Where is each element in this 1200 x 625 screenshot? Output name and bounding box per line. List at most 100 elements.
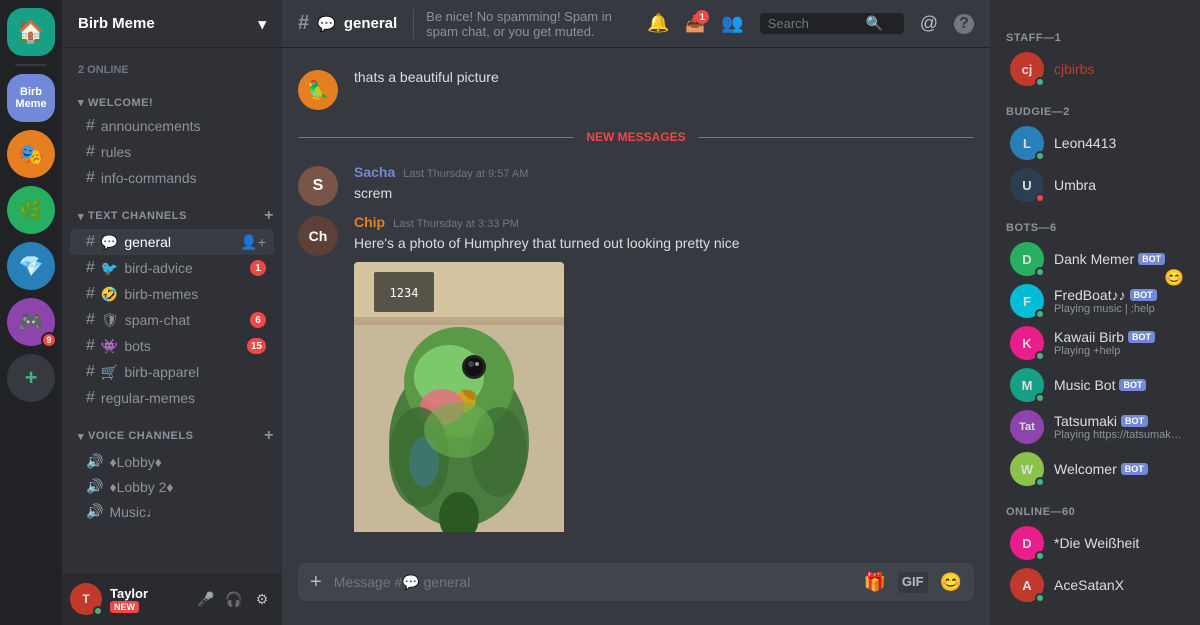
inbox-icon[interactable]: 📥 1 — [685, 14, 705, 34]
channel-rules[interactable]: # rules — [70, 139, 274, 165]
search-bar[interactable]: 🔍 — [760, 13, 904, 34]
speaker-icon: 🔊 — [86, 453, 103, 470]
member-info: Music Bot BOT — [1054, 377, 1184, 393]
bot-badge: BOT — [1130, 289, 1157, 301]
member-info: cjbirbs — [1054, 61, 1184, 77]
at-icon[interactable]: @ — [920, 13, 938, 34]
member-cjbirbs[interactable]: cj cjbirbs — [998, 48, 1192, 90]
speaker-icon: 🔊 — [86, 503, 103, 520]
channel-bots[interactable]: # 👾 bots 15 — [70, 333, 274, 359]
members-icon[interactable]: 👥 — [721, 13, 743, 34]
server-header[interactable]: Birb Meme ▾ — [62, 0, 282, 48]
message-author: Chip — [354, 214, 385, 230]
member-music-bot[interactable]: M Music Bot BOT — [998, 364, 1192, 406]
add-voice-channel-icon[interactable]: + — [264, 427, 274, 445]
message-content: thats a beautiful picture — [354, 68, 974, 110]
right-sidebar: STAFF—1 cj cjbirbs BUDGIE—2 L Leon4413 U… — [990, 0, 1200, 625]
message-text: screm — [354, 184, 974, 204]
member-leon[interactable]: L Leon4413 — [998, 122, 1192, 164]
channel-hash-icon: # — [86, 169, 95, 187]
voice-lobby1[interactable]: 🔊 ♦Lobby♦ — [70, 449, 274, 474]
member-acesatanx[interactable]: A AceSatanX — [998, 564, 1192, 606]
user-info: Taylor NEW — [110, 586, 186, 613]
member-avatar: Tat — [1010, 410, 1044, 444]
server-icon-3[interactable]: 🌿 — [7, 186, 55, 234]
user-name: Taylor — [110, 586, 186, 601]
channel-bird-advice[interactable]: # 🐦 bird-advice 1 — [70, 255, 274, 281]
emoji-icon[interactable]: 😊 — [940, 572, 962, 593]
member-status-indicator — [1035, 151, 1045, 161]
deafen-button[interactable]: 🎧 — [222, 587, 246, 611]
search-input[interactable] — [768, 16, 858, 31]
message-timestamp: Last Thursday at 9:57 AM — [403, 168, 528, 180]
mute-button[interactable]: 🎤 — [194, 587, 218, 611]
channel-emoji: 🤣 — [101, 286, 118, 303]
channel-name: birb-memes — [124, 286, 198, 302]
member-avatar: U — [1010, 168, 1044, 202]
member-avatar: M — [1010, 368, 1044, 402]
member-info: *Die Weißheit — [1054, 535, 1184, 551]
member-name: FredBoat♪♪ BOT — [1054, 287, 1184, 303]
channel-birb-apparel[interactable]: # 🛒 birb-apparel — [70, 359, 274, 385]
channel-spam-chat[interactable]: # 🛡 spam-chat 6 — [70, 307, 274, 333]
member-dank-memer[interactable]: D Dank Memer BOT — [998, 238, 1192, 280]
member-die-weissheit[interactable]: D *Die Weißheit — [998, 522, 1192, 564]
server-icon-4[interactable]: 💎 — [7, 242, 55, 290]
voice-lobby2[interactable]: 🔊 ♦Lobby 2♦ — [70, 474, 274, 499]
online-count: 2 ONLINE — [62, 56, 282, 80]
search-icon: 🔍 — [866, 15, 883, 32]
gift-icon[interactable]: 🎁 — [863, 572, 885, 593]
add-attachment-button[interactable]: + — [310, 571, 322, 594]
member-name: Kawaii Birb BOT — [1054, 329, 1184, 345]
member-fredboat[interactable]: F FredBoat♪♪ BOT Playing music | ;help — [998, 280, 1192, 322]
category-voice[interactable]: ▾ VOICE CHANNELS + — [62, 411, 282, 449]
category-welcome-arrow: ▾ — [78, 96, 84, 109]
new-badge: NEW — [110, 601, 139, 613]
settings-button[interactable]: ⚙ — [250, 587, 274, 611]
channel-name: birb-apparel — [124, 364, 199, 380]
category-welcome[interactable]: ▾ WELCOME! — [62, 80, 282, 113]
add-channel-icon[interactable]: + — [264, 207, 274, 225]
channel-emoji: 💬 — [101, 234, 118, 251]
member-status-indicator — [1035, 77, 1045, 87]
member-name: Leon4413 — [1054, 135, 1184, 151]
help-icon[interactable]: ? — [954, 14, 974, 34]
server-icon-5[interactable]: 🎮 9 — [7, 298, 55, 346]
bot-badge: BOT — [1128, 331, 1155, 343]
category-text[interactable]: ▾ TEXT CHANNELS + — [62, 191, 282, 229]
server-dropdown-icon: ▾ — [258, 15, 266, 33]
channel-announcements[interactable]: # announcements — [70, 113, 274, 139]
channel-birb-memes[interactable]: # 🤣 birb-memes — [70, 281, 274, 307]
member-status-indicator — [1035, 477, 1045, 487]
channel-header-desc: Be nice! No spamming! Spam in spam chat,… — [413, 9, 635, 39]
channel-info-commands[interactable]: # info-commands — [70, 165, 274, 191]
channel-badge: 6 — [250, 312, 266, 328]
channel-regular-memes[interactable]: # regular-memes — [70, 385, 274, 411]
bot-badge: BOT — [1138, 253, 1165, 265]
member-umbra[interactable]: U Umbra — [998, 164, 1192, 206]
gif-icon[interactable]: GIF — [898, 572, 928, 593]
message-image: 1234 — [354, 262, 564, 537]
channel-general[interactable]: # 💬 general 👤+ — [70, 229, 274, 255]
member-kawaii-birb[interactable]: K Kawaii Birb BOT Playing +help — [998, 322, 1192, 364]
member-tatsumaki[interactable]: Tat Tatsumaki BOT Playing https://tatsum… — [998, 406, 1192, 448]
channel-user-plus-icon[interactable]: 👤+ — [240, 234, 266, 251]
header-icons: 🔔 📥 1 👥 🔍 @ ? — [647, 13, 974, 34]
home-server-icon[interactable]: 🏠 — [7, 8, 55, 56]
message-avatar: S — [298, 166, 338, 206]
member-welcomer[interactable]: W Welcomer BOT — [998, 448, 1192, 490]
channel-name: general — [124, 234, 171, 250]
message-header: Chip Last Thursday at 3:33 PM — [354, 214, 974, 230]
add-server-icon[interactable]: + — [7, 354, 55, 402]
channel-name: ♦Lobby 2♦ — [109, 479, 173, 495]
notification-bell-icon[interactable]: 🔔 — [647, 13, 669, 34]
member-status-indicator — [1035, 351, 1045, 361]
birb-meme-server-icon[interactable]: BirbMeme — [7, 74, 55, 122]
member-info: Kawaii Birb BOT Playing +help — [1054, 329, 1184, 357]
channel-header-hash: # — [298, 12, 309, 35]
voice-music[interactable]: 🔊 Music♩ — [70, 499, 274, 524]
server-icon-2[interactable]: 🎭 — [7, 130, 55, 178]
user-avatar: T — [70, 583, 102, 615]
channel-name: spam-chat — [125, 312, 190, 328]
message-input[interactable] — [334, 563, 852, 601]
